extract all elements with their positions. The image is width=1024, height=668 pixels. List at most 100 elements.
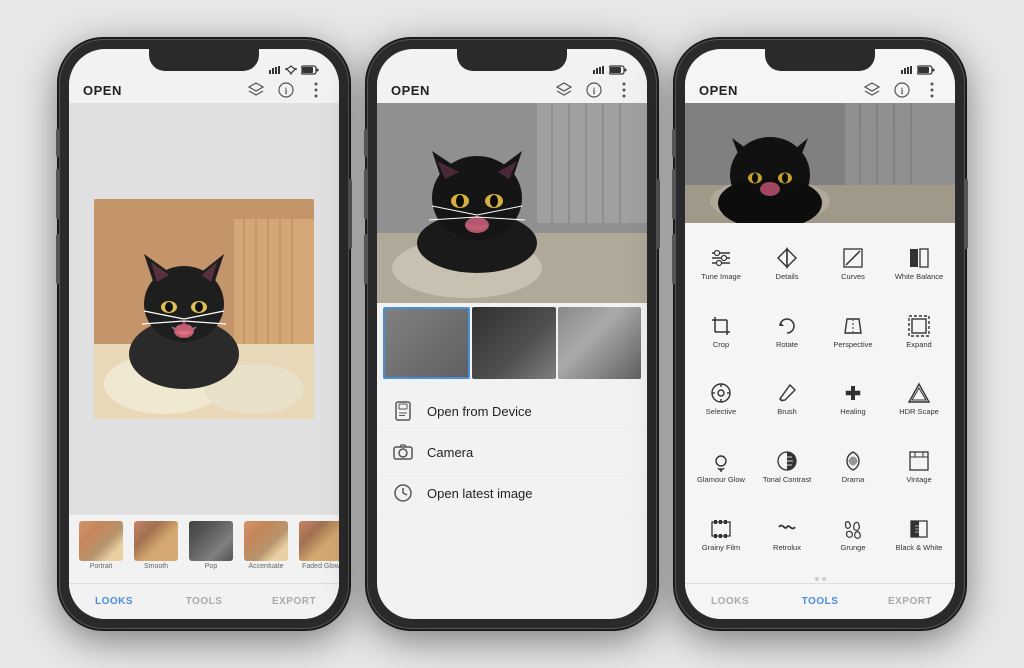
svg-text:i: i: [593, 86, 596, 96]
phone-3: OPEN i: [675, 39, 965, 629]
info-icon-1[interactable]: i: [277, 81, 295, 99]
more-icon-3[interactable]: [923, 81, 941, 99]
thumb-smooth[interactable]: Smooth: [130, 521, 182, 577]
power-button-2[interactable]: [657, 179, 660, 249]
tool-hdr-scape[interactable]: HDR Scape: [887, 366, 951, 432]
app-header-3: OPEN i: [685, 77, 955, 103]
open-button-1[interactable]: OPEN: [83, 83, 247, 98]
nav-export-3[interactable]: EXPORT: [865, 596, 955, 607]
white-balance-icon: [907, 246, 931, 270]
layers-icon-1[interactable]: [247, 81, 265, 99]
tools-grid: Tune Image Details Curves: [685, 223, 955, 575]
more-icon-1[interactable]: [307, 81, 325, 99]
thumb-accentuate[interactable]: Accentuate: [240, 521, 292, 577]
expand-icon: [907, 314, 931, 338]
device-icon: [393, 401, 413, 421]
scroll-indicator: [685, 575, 955, 583]
tool-vintage[interactable]: Vintage: [887, 434, 951, 500]
retrolux-label: Retrolux: [773, 544, 801, 552]
thumb-portrait-label: Portrait: [90, 563, 113, 570]
thumbnails-strip-1: Portrait Smooth Pop Accentuate Faded Glo…: [69, 515, 339, 583]
power-button[interactable]: [349, 179, 352, 249]
tool-tonal-contrast[interactable]: Tonal Contrast: [755, 434, 819, 500]
glamour-glow-label: Glamour Glow: [697, 476, 745, 484]
tool-drama[interactable]: Drama: [821, 434, 885, 500]
open-device-label: Open from Device: [427, 404, 532, 419]
thumb-portrait[interactable]: Portrait: [75, 521, 127, 577]
tool-expand[interactable]: Expand: [887, 299, 951, 365]
tool-white-balance[interactable]: White Balance: [887, 231, 951, 297]
notch-3: [765, 49, 875, 71]
cat-photo-large: [377, 103, 647, 303]
open-device-item[interactable]: Open from Device: [377, 391, 647, 432]
photo-grid: [377, 303, 647, 383]
volume-down-button-2[interactable]: [364, 234, 367, 284]
camera-icon: [393, 442, 413, 462]
tool-crop[interactable]: Crop: [689, 299, 753, 365]
tool-selective[interactable]: Selective: [689, 366, 753, 432]
selective-icon: [709, 381, 733, 405]
mini-photo-3: [685, 103, 955, 223]
volume-up-button-3[interactable]: [672, 169, 675, 219]
hdr-scape-icon: [907, 381, 931, 405]
latest-image-item[interactable]: Open latest image: [377, 473, 647, 514]
open-button-3[interactable]: OPEN: [699, 83, 863, 98]
mute-button[interactable]: [56, 129, 59, 157]
tool-curves[interactable]: Curves: [821, 231, 885, 297]
rotate-icon: [775, 314, 799, 338]
tool-brush[interactable]: Brush: [755, 366, 819, 432]
layers-icon-3[interactable]: [863, 81, 881, 99]
tool-details[interactable]: Details: [755, 231, 819, 297]
nav-looks-1[interactable]: LOOKS: [69, 596, 159, 607]
nav-tools-1[interactable]: TOOLS: [159, 596, 249, 607]
open-button-2[interactable]: OPEN: [391, 83, 555, 98]
camera-label: Camera: [427, 445, 473, 460]
thumb-faded-glow[interactable]: Faded Glow: [295, 521, 339, 577]
drama-icon: [841, 449, 865, 473]
tool-tune-image[interactable]: Tune Image: [689, 231, 753, 297]
nav-tools-3[interactable]: TOOLS: [775, 596, 865, 607]
thumb-faded-glow-label: Faded Glow: [302, 563, 339, 570]
large-photo-area: [377, 103, 647, 303]
tool-perspective[interactable]: Perspective: [821, 299, 885, 365]
thumb-accentuate-img: [244, 521, 288, 561]
status-icons-1: [269, 65, 319, 75]
volume-down-button[interactable]: [56, 234, 59, 284]
grid-thumb-3[interactable]: [558, 307, 641, 379]
tune-image-icon: [709, 246, 733, 270]
grunge-icon: [841, 517, 865, 541]
tool-glamour-glow[interactable]: Glamour Glow: [689, 434, 753, 500]
nav-export-1[interactable]: EXPORT: [249, 596, 339, 607]
tool-black-white[interactable]: Black & White: [887, 501, 951, 567]
grainy-film-icon: [709, 517, 733, 541]
power-button-3[interactable]: [965, 179, 968, 249]
grid-thumb-1[interactable]: [383, 307, 470, 379]
volume-up-button-2[interactable]: [364, 169, 367, 219]
tool-grunge[interactable]: Grunge: [821, 501, 885, 567]
volume-down-button-3[interactable]: [672, 234, 675, 284]
mute-button-3[interactable]: [672, 129, 675, 157]
tool-healing[interactable]: Healing: [821, 366, 885, 432]
curves-icon: [841, 246, 865, 270]
latest-image-label: Open latest image: [427, 486, 533, 501]
tool-retrolux[interactable]: Retrolux: [755, 501, 819, 567]
info-icon-3[interactable]: i: [893, 81, 911, 99]
thumb-smooth-img: [134, 521, 178, 561]
grid-thumb-2[interactable]: [472, 307, 555, 379]
expand-label: Expand: [906, 341, 931, 349]
thumb-accentuate-label: Accentuate: [248, 563, 283, 570]
nav-looks-3[interactable]: LOOKS: [685, 596, 775, 607]
black-white-icon: [907, 517, 931, 541]
tool-grainy-film[interactable]: Grainy Film: [689, 501, 753, 567]
tune-image-label: Tune Image: [701, 273, 741, 281]
mute-button-2[interactable]: [364, 129, 367, 157]
camera-item[interactable]: Camera: [377, 432, 647, 473]
info-icon-2[interactable]: i: [585, 81, 603, 99]
status-icons-3: [901, 65, 935, 75]
thumb-faded-glow-img: [299, 521, 339, 561]
layers-icon-2[interactable]: [555, 81, 573, 99]
more-icon-2[interactable]: [615, 81, 633, 99]
tool-rotate[interactable]: Rotate: [755, 299, 819, 365]
volume-up-button[interactable]: [56, 169, 59, 219]
thumb-pop[interactable]: Pop: [185, 521, 237, 577]
